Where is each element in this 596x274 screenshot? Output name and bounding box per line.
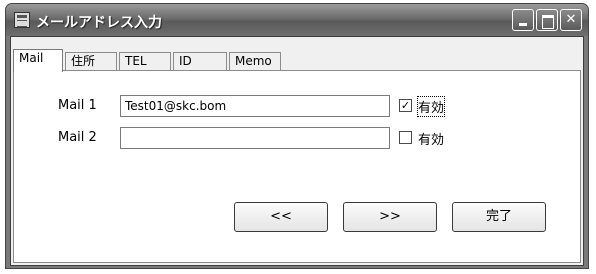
prev-button[interactable]: << [234,202,328,232]
tab-tel[interactable]: TEL [119,52,171,71]
mail2-valid-checkbox[interactable] [399,131,412,144]
done-button[interactable]: 完了 [452,202,546,232]
window-title: メールアドレス入力 [36,15,162,31]
mail2-valid-label[interactable]: 有効 [418,129,444,148]
mail1-valid-label[interactable]: 有効 [416,96,446,117]
tab-panel-mail: Mail 1 ✓ 有効 Mail 2 有効 << >> 完了 [13,70,581,263]
maximize-button[interactable] [536,9,558,31]
next-button[interactable]: >> [343,202,437,232]
mail1-input[interactable] [120,95,390,117]
dialog-window: メールアドレス入力 ✕ Mail 住所 TEL ID Memo Mail 1 ✓… [5,3,589,269]
title-bar[interactable]: メールアドレス入力 ✕ [6,4,588,36]
dialog-client-area: Mail 住所 TEL ID Memo Mail 1 ✓ 有効 Mail 2 有… [10,36,584,266]
tab-memo[interactable]: Memo [229,52,281,71]
app-icon[interactable] [14,12,30,28]
tab-id[interactable]: ID [173,52,227,71]
mail2-input[interactable] [120,127,390,149]
tab-mail[interactable]: Mail [13,49,63,72]
tab-address[interactable]: 住所 [65,52,117,71]
mail1-label: Mail 1 [58,98,97,113]
mail2-label: Mail 2 [58,130,97,145]
minimize-button[interactable] [512,9,534,31]
mail1-valid-checkbox[interactable]: ✓ [399,99,412,112]
close-button[interactable]: ✕ [560,9,582,31]
